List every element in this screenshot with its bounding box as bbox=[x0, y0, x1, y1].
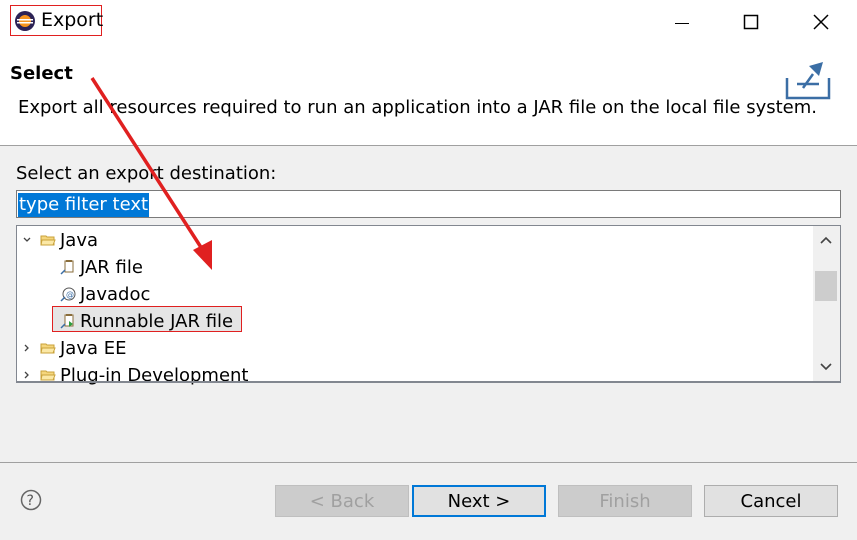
eclipse-app-icon bbox=[15, 11, 35, 31]
close-button[interactable] bbox=[807, 8, 835, 36]
folder-icon bbox=[40, 343, 56, 354]
runnable-jar-icon bbox=[60, 314, 74, 329]
maximize-button[interactable] bbox=[737, 8, 765, 36]
scroll-down-icon[interactable] bbox=[818, 360, 834, 374]
page-heading: Select bbox=[10, 63, 73, 84]
tree-item-label: Runnable JAR file bbox=[80, 310, 234, 332]
tree-item-jar-file[interactable]: JAR file bbox=[60, 254, 143, 280]
filter-input-text[interactable]: type filter text bbox=[18, 193, 150, 217]
destination-label: Select an export destination: bbox=[16, 163, 277, 184]
next-button[interactable]: Next > bbox=[412, 485, 546, 517]
tree-item-label: Java bbox=[60, 229, 99, 251]
folder-open-icon bbox=[40, 235, 56, 246]
chevron-down-icon[interactable] bbox=[20, 227, 34, 253]
page-description: Export all resources required to run an … bbox=[18, 97, 818, 118]
window-title: Export bbox=[41, 9, 104, 31]
maximize-icon bbox=[743, 14, 759, 30]
scroll-up-icon[interactable] bbox=[818, 233, 834, 247]
scrollbar-thumb[interactable] bbox=[815, 271, 837, 301]
tree-item-javadoc[interactable]: @ Javadoc bbox=[60, 281, 150, 307]
finish-button[interactable]: Finish bbox=[558, 485, 692, 517]
tree-item-java[interactable]: Java bbox=[20, 227, 98, 253]
tree-item-plug-in-development[interactable]: Plug-in Development bbox=[20, 362, 249, 388]
cancel-button[interactable]: Cancel bbox=[704, 485, 838, 517]
tree-scrollbar[interactable] bbox=[813, 226, 840, 381]
chevron-right-icon[interactable] bbox=[20, 335, 34, 361]
chevron-right-icon[interactable] bbox=[20, 362, 34, 388]
tree-bottom-border bbox=[16, 381, 841, 383]
tree-item-label: Javadoc bbox=[80, 283, 151, 305]
tree-item-runnable-jar-file[interactable]: Runnable JAR file bbox=[60, 308, 233, 334]
minimize-button[interactable] bbox=[668, 8, 696, 36]
back-button[interactable]: < Back bbox=[275, 485, 409, 517]
tree-item-label: JAR file bbox=[80, 256, 143, 278]
tree-item-label: Java EE bbox=[60, 337, 127, 359]
close-icon bbox=[813, 14, 829, 30]
svg-text:?: ? bbox=[27, 493, 34, 509]
help-icon[interactable]: ? bbox=[20, 489, 42, 511]
tree-item-java-ee[interactable]: Java EE bbox=[20, 335, 127, 361]
jar-icon bbox=[60, 260, 74, 275]
wizard-header bbox=[0, 46, 857, 145]
minimize-icon bbox=[675, 23, 689, 24]
javadoc-icon: @ bbox=[60, 287, 76, 302]
title-bar bbox=[0, 0, 857, 46]
export-icon bbox=[785, 62, 831, 100]
svg-text:@: @ bbox=[66, 290, 74, 299]
